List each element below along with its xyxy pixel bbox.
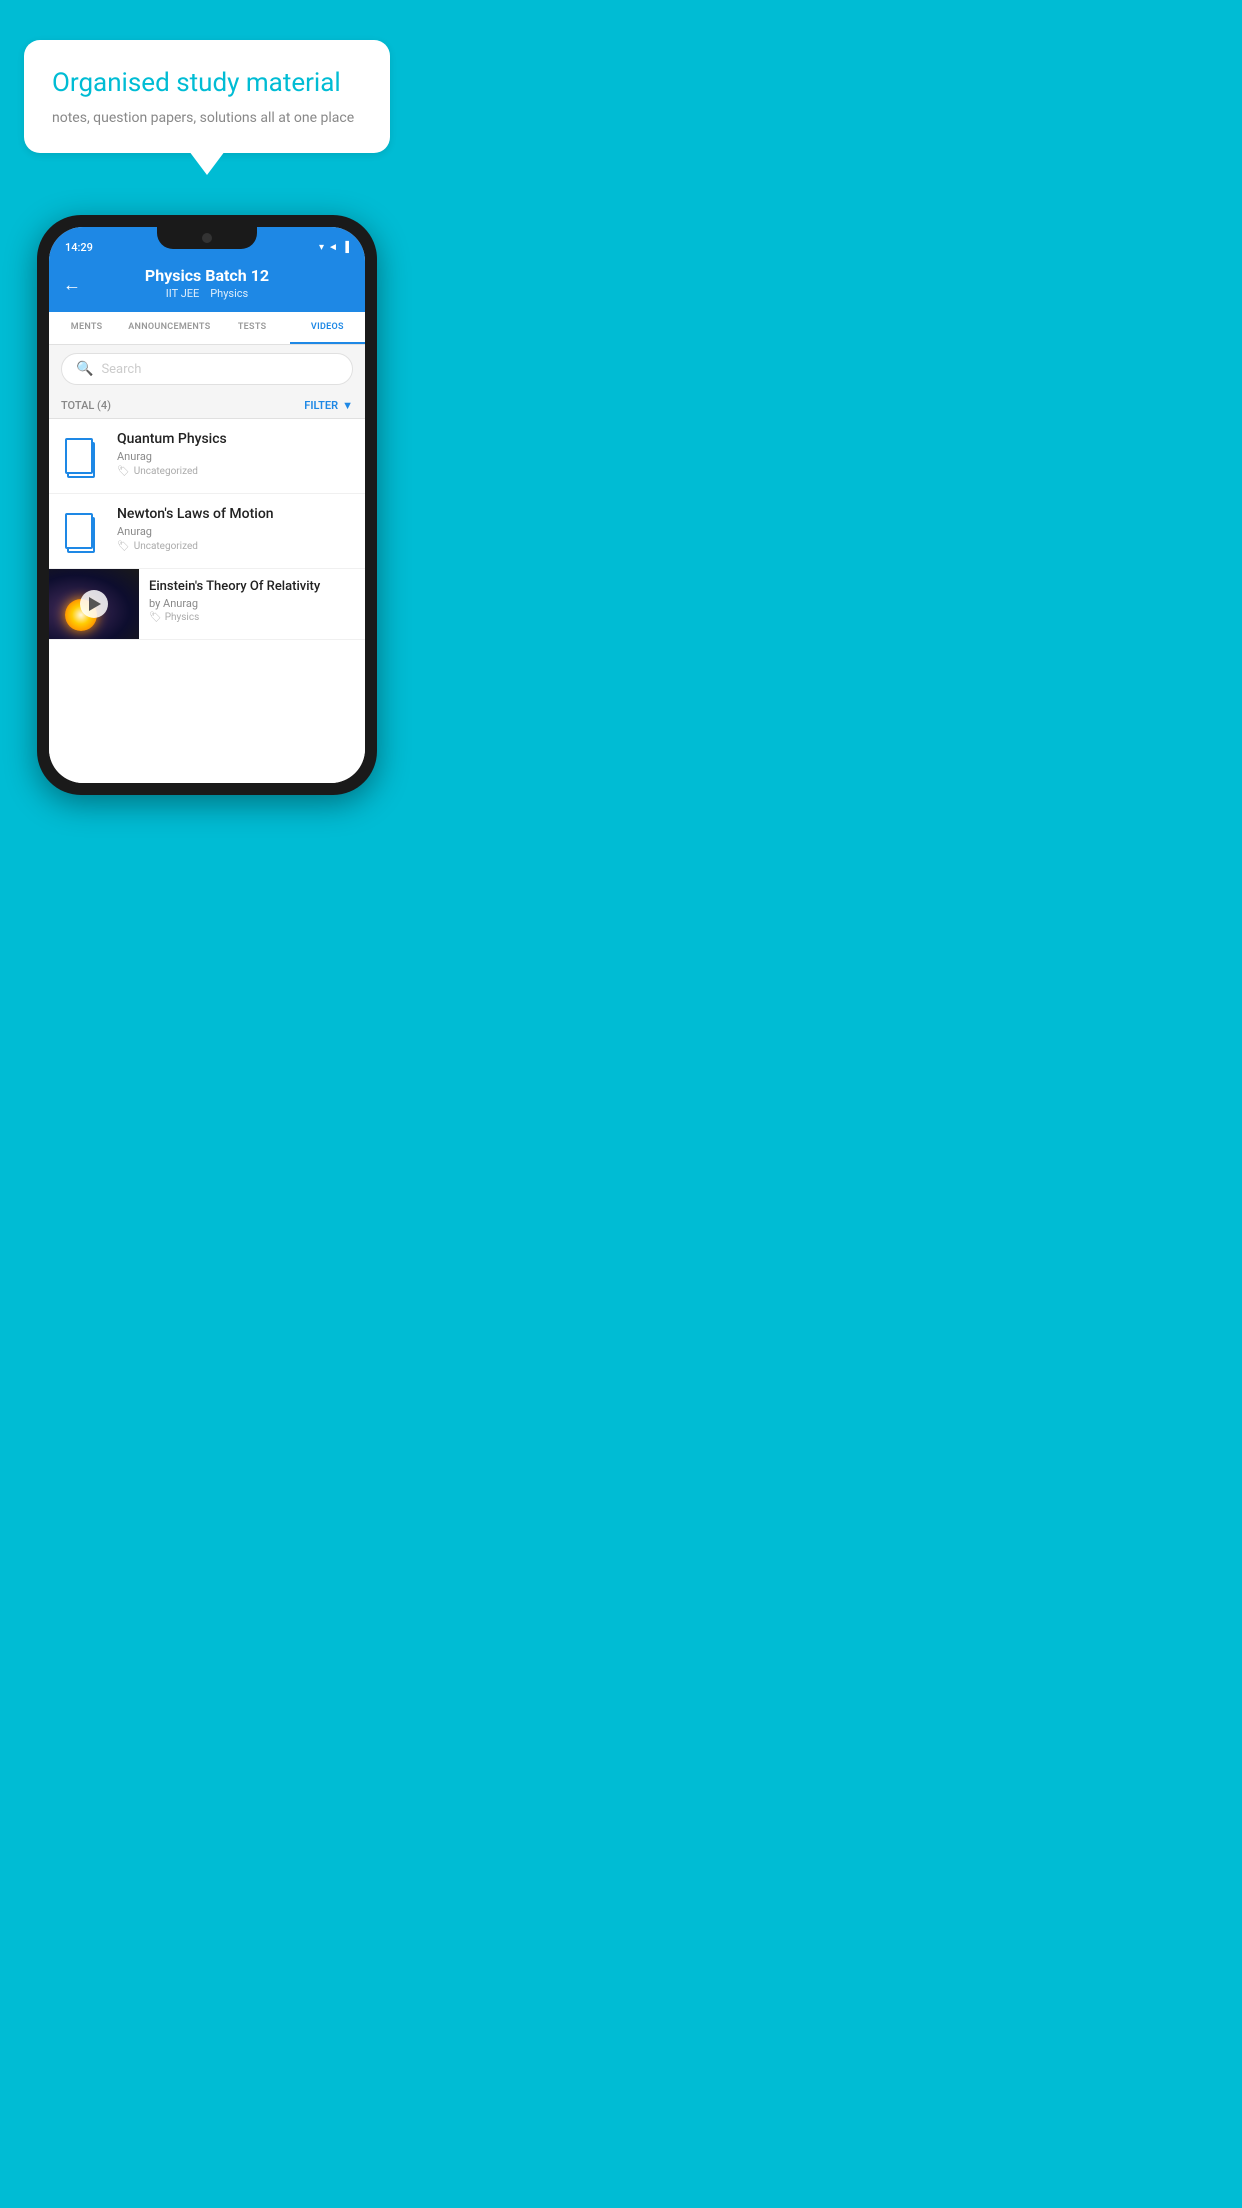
tab-bar: MENTS ANNOUNCEMENTS TESTS VIDEOS: [49, 312, 365, 345]
battery-icon: ▐: [342, 242, 349, 253]
search-placeholder: Search: [101, 362, 141, 377]
video-info: Newton's Laws of Motion Anurag 🏷 Uncateg…: [117, 506, 353, 552]
play-button[interactable]: [80, 590, 108, 618]
tag-label: Uncategorized: [134, 541, 198, 552]
search-bar[interactable]: 🔍 Search: [61, 353, 353, 385]
filter-icon: ▼: [342, 399, 353, 412]
video-tag: 🏷 Uncategorized: [117, 466, 353, 477]
list-item[interactable]: Einstein's Theory Of Relativity by Anura…: [49, 569, 365, 640]
status-time: 14:29: [65, 241, 93, 254]
hero-area: Organised study material notes, question…: [0, 0, 414, 153]
folder-icon-wrap: [61, 506, 105, 556]
filter-label: FILTER: [304, 399, 338, 412]
search-icon: 🔍: [76, 361, 93, 377]
filter-button[interactable]: FILTER ▼: [304, 399, 353, 412]
header-title: Physics Batch 12: [145, 266, 269, 285]
document-icon: [65, 509, 101, 553]
document-icon: [65, 434, 101, 478]
tab-announcements[interactable]: ANNOUNCEMENTS: [124, 312, 214, 344]
video-tag: 🏷 Physics: [149, 612, 355, 623]
page-front: [65, 438, 93, 474]
tab-tests[interactable]: TESTS: [214, 312, 289, 344]
video-title: Newton's Laws of Motion: [117, 506, 353, 522]
phone-screen: 14:29 ▾ ◄ ▐ ← Physics Batch 12 IIT JEE P…: [49, 227, 365, 783]
signal-icon: ◄: [328, 242, 338, 253]
video-title: Quantum Physics: [117, 431, 353, 447]
tag-icon: 🏷: [117, 466, 130, 477]
tag-label: Physics: [165, 612, 200, 623]
status-icons: ▾ ◄ ▐: [319, 242, 349, 253]
app-header: ← Physics Batch 12 IIT JEE Physics: [49, 258, 365, 312]
search-container: 🔍 Search: [49, 345, 365, 393]
video-tag: 🏷 Uncategorized: [117, 541, 353, 552]
speech-bubble: Organised study material notes, question…: [24, 40, 390, 153]
back-button[interactable]: ←: [63, 275, 81, 296]
total-count: TOTAL (4): [61, 399, 111, 412]
tab-ments[interactable]: MENTS: [49, 312, 124, 344]
video-list: Quantum Physics Anurag 🏷 Uncategorized: [49, 419, 365, 783]
phone-mockup: 14:29 ▾ ◄ ▐ ← Physics Batch 12 IIT JEE P…: [37, 215, 377, 795]
hero-heading: Organised study material: [52, 68, 362, 99]
wifi-icon: ▾: [319, 242, 324, 253]
video-author: Anurag: [117, 525, 353, 538]
video-info: Einstein's Theory Of Relativity by Anura…: [139, 569, 365, 633]
list-item[interactable]: Quantum Physics Anurag 🏷 Uncategorized: [49, 419, 365, 494]
phone-camera: [202, 233, 212, 243]
phone-outer: 14:29 ▾ ◄ ▐ ← Physics Batch 12 IIT JEE P…: [37, 215, 377, 795]
hero-subtext: notes, question papers, solutions all at…: [52, 109, 362, 129]
tag-label: Uncategorized: [134, 466, 198, 477]
header-subtitle: IIT JEE Physics: [166, 287, 248, 300]
play-icon: [89, 597, 101, 611]
video-title: Einstein's Theory Of Relativity: [149, 579, 355, 594]
page-front: [65, 513, 93, 549]
video-thumbnail: [49, 569, 139, 639]
tag-icon: 🏷: [149, 612, 162, 623]
list-item[interactable]: Newton's Laws of Motion Anurag 🏷 Uncateg…: [49, 494, 365, 569]
video-info: Quantum Physics Anurag 🏷 Uncategorized: [117, 431, 353, 477]
subtitle-iitjee: IIT JEE: [166, 287, 199, 300]
thumb-bg: [49, 569, 139, 639]
subtitle-physics: Physics: [210, 287, 248, 300]
phone-notch: [157, 227, 257, 249]
folder-icon-wrap: [61, 431, 105, 481]
video-author: Anurag: [117, 450, 353, 463]
video-author: by Anurag: [149, 597, 355, 610]
tag-icon: 🏷: [117, 541, 130, 552]
tab-videos[interactable]: VIDEOS: [290, 312, 365, 344]
filter-bar: TOTAL (4) FILTER ▼: [49, 393, 365, 419]
